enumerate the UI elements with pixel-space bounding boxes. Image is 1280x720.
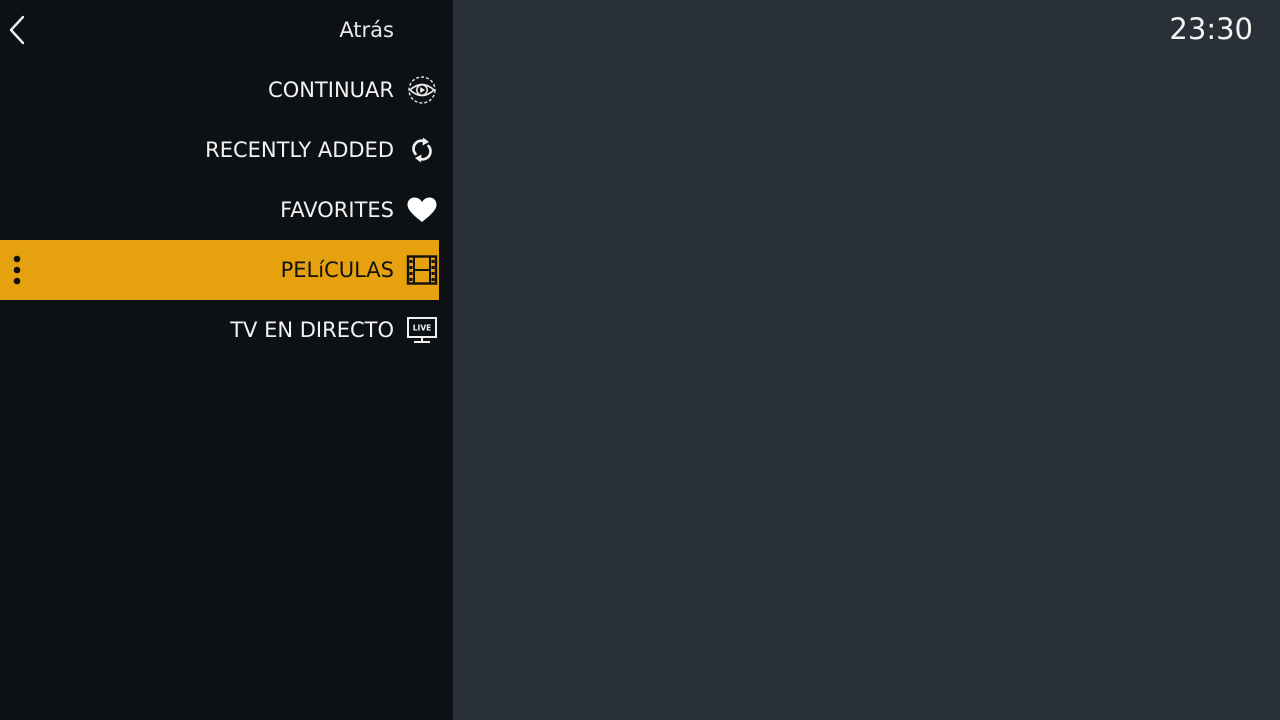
refresh-icon (406, 135, 438, 165)
continue-watching-icon (406, 75, 438, 105)
more-options-icon[interactable] (11, 254, 23, 286)
app-screen: Atrás CONTINUAR RECENTLY ADDED FAVORITES… (0, 0, 1280, 720)
menu-item-movies[interactable]: PELíCULAS (0, 240, 439, 300)
menu-item-favorites[interactable]: FAVORITES (0, 180, 439, 240)
heart-icon (406, 195, 438, 225)
live-tv-icon: LIVE (406, 315, 438, 345)
film-icon (406, 255, 438, 285)
menu-item-label: PELíCULAS (280, 258, 394, 282)
menu-item-continue[interactable]: CONTINUAR (0, 60, 439, 120)
back-label: Atrás (339, 18, 394, 42)
menu-item-label: FAVORITES (280, 198, 394, 222)
clock: 23:30 (1169, 12, 1253, 46)
sidebar-menu: Atrás CONTINUAR RECENTLY ADDED FAVORITES… (0, 0, 453, 720)
menu-item-recently-added[interactable]: RECENTLY ADDED (0, 120, 439, 180)
back-button[interactable]: Atrás (0, 0, 439, 60)
menu-item-label: RECENTLY ADDED (205, 138, 394, 162)
menu-item-label: TV EN DIRECTO (230, 318, 394, 342)
chevron-left-icon (6, 14, 28, 46)
live-badge-text: LIVE (413, 324, 432, 333)
menu-item-live-tv[interactable]: TV EN DIRECTO LIVE (0, 300, 439, 360)
menu-item-label: CONTINUAR (268, 78, 394, 102)
